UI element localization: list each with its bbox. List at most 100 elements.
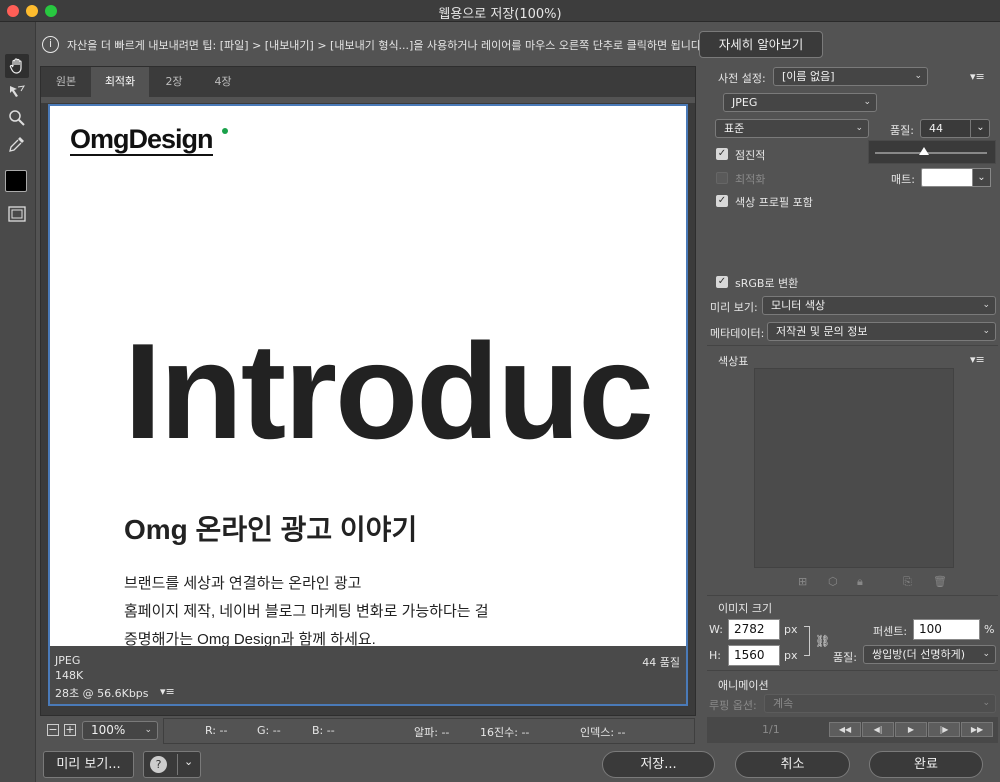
- trash-icon[interactable]: 🗑︎: [933, 575, 947, 588]
- learn-more-button[interactable]: 자세히 알아보기: [699, 31, 823, 58]
- optimized-checkbox[interactable]: [716, 172, 728, 184]
- convert-srgb-label: sRGB로 변환: [735, 277, 799, 290]
- lock-color-icon[interactable]: 🔒︎: [857, 575, 863, 589]
- title-bar: 웹용으로 저장(100%): [0, 0, 1000, 22]
- chevron-down-icon: ⌄: [184, 755, 194, 768]
- optimized-label: 최적화: [735, 173, 766, 186]
- hand-tool-icon[interactable]: [5, 54, 29, 78]
- window-title: 웹용으로 저장(100%): [438, 7, 562, 22]
- height-input[interactable]: 1560: [728, 645, 780, 666]
- resample-quality-value: 쌍입방(더 선명하게): [872, 648, 966, 661]
- embed-color-profile-checkbox[interactable]: ✓: [716, 195, 728, 207]
- last-frame-button[interactable]: ▶▶: [961, 722, 993, 737]
- tip-text: 자산을 더 빠르게 내보내려면 팁: [파일] > [내보내기] > [내보내기…: [67, 39, 705, 52]
- readout-hex: 16진수: --: [480, 726, 530, 739]
- metadata-value: 저작권 및 문의 정보: [776, 325, 868, 338]
- percent-input[interactable]: 100: [913, 619, 980, 640]
- progressive-checkbox[interactable]: ✓: [716, 148, 728, 160]
- chevron-down-icon: ⌄: [144, 725, 152, 735]
- width-input[interactable]: 2782: [728, 619, 780, 640]
- browser-select-button[interactable]: ? ⌄: [143, 751, 201, 778]
- save-button[interactable]: 저장...: [602, 751, 715, 778]
- preset-value: [이름 없음]: [782, 70, 835, 83]
- next-frame-button[interactable]: |▶: [928, 722, 960, 737]
- preview-in-browser-button[interactable]: 미리 보기...: [43, 751, 134, 778]
- zoom-out-button[interactable]: −: [47, 724, 59, 736]
- quality-slider-thumb[interactable]: [919, 147, 929, 155]
- new-color-icon[interactable]: ⎘: [903, 575, 912, 589]
- loop-options-value: 계속: [773, 697, 794, 710]
- color-table-menu-icon[interactable]: ▾≡: [970, 353, 985, 366]
- zoom-in-button[interactable]: +: [64, 724, 76, 736]
- chevron-down-icon: ⌄: [855, 123, 863, 133]
- chevron-down-icon: ⌄: [982, 300, 990, 310]
- compression-quality-select[interactable]: 표준 ⌄: [715, 119, 869, 138]
- readout-alpha: 알파: --: [414, 726, 450, 739]
- chevron-down-icon: ⌄: [982, 326, 990, 336]
- convert-srgb-checkbox[interactable]: ✓: [716, 276, 728, 288]
- height-unit: px: [784, 649, 798, 662]
- height-label: H:: [709, 649, 721, 662]
- info-filesize: 148K: [55, 669, 84, 682]
- preset-select[interactable]: [이름 없음] ⌄: [773, 67, 928, 86]
- chevron-down-icon: ⌄: [982, 649, 990, 659]
- toggle-slices-icon[interactable]: [5, 202, 29, 226]
- color-table-grid[interactable]: [754, 368, 954, 568]
- frame-counter: 1/1: [762, 723, 780, 736]
- chevron-down-icon: ⌄: [863, 97, 871, 107]
- chevron-down-icon[interactable]: ⌄: [972, 168, 991, 187]
- chevron-down-icon: ⌄: [982, 698, 990, 708]
- file-format-value: JPEG: [732, 96, 758, 109]
- quality-label: 품질:: [890, 124, 914, 137]
- percent-label: 퍼센트:: [873, 625, 908, 638]
- zoom-tool-icon[interactable]: [5, 106, 29, 130]
- quality-value: 44: [929, 122, 943, 135]
- web-shift-icon[interactable]: ⊞: [798, 575, 807, 588]
- preview-label: 미리 보기:: [710, 301, 758, 314]
- tab-optimized[interactable]: 최적화: [91, 67, 149, 97]
- loop-options-select[interactable]: 계속 ⌄: [764, 694, 996, 713]
- preview-color-select[interactable]: 모니터 색상 ⌄: [762, 296, 996, 315]
- readout-index: 인덱스: --: [580, 726, 626, 739]
- first-frame-button[interactable]: ◀◀: [829, 722, 861, 737]
- animation-label: 애니메이션: [718, 679, 769, 692]
- preview-color-value: 모니터 색상: [771, 299, 826, 312]
- optimized-preview[interactable]: OmgDesign Introduc Omg 온라인 광고 이야기 브랜드를 세…: [48, 104, 688, 706]
- percent-unit: %: [984, 623, 995, 636]
- readout-g: G: --: [257, 724, 281, 737]
- chevron-down-icon: ⌄: [914, 71, 922, 81]
- readout-r: R: --: [205, 724, 228, 737]
- tab-original[interactable]: 원본: [41, 67, 91, 97]
- tool-bar: [0, 22, 36, 782]
- body-line-1: 브랜드를 세상과 연결하는 온라인 광고: [124, 575, 362, 592]
- omgdesign-logo: OmgDesign: [70, 124, 214, 156]
- image-size-label: 이미지 크기: [718, 602, 773, 615]
- tab-4up[interactable]: 4장: [199, 67, 247, 97]
- cube-icon[interactable]: ⬡: [828, 575, 838, 588]
- quality-slider-popup: [868, 140, 996, 164]
- eyedropper-color-swatch[interactable]: [5, 170, 27, 192]
- resample-quality-select[interactable]: 쌍입방(더 선명하게) ⌄: [863, 645, 996, 664]
- previous-frame-button[interactable]: ◀|: [862, 722, 894, 737]
- metadata-select[interactable]: 저작권 및 문의 정보 ⌄: [767, 322, 996, 341]
- chevron-down-icon[interactable]: ⌄: [970, 119, 990, 138]
- download-speed-menu-icon[interactable]: ▾≡: [160, 685, 175, 698]
- zoom-level-select[interactable]: 100% ⌄: [82, 721, 158, 740]
- play-button[interactable]: ▶: [895, 722, 927, 737]
- hero-title: Introduc: [124, 316, 654, 466]
- file-format-select[interactable]: JPEG ⌄: [723, 93, 877, 112]
- embed-color-profile-label: 색상 프로필 포함: [735, 196, 813, 209]
- width-unit: px: [784, 623, 798, 636]
- tab-2up[interactable]: 2장: [149, 67, 199, 97]
- resample-quality-label: 품질:: [833, 651, 857, 664]
- eyedropper-tool-icon[interactable]: [5, 132, 29, 156]
- progressive-label: 점진적: [735, 149, 766, 162]
- cancel-button[interactable]: 취소: [735, 751, 850, 778]
- compression-value: 표준: [724, 122, 745, 135]
- optimize-menu-icon[interactable]: ▾≡: [970, 70, 985, 83]
- done-button[interactable]: 완료: [869, 751, 983, 778]
- section-heading: Omg 온라인 광고 이야기: [124, 514, 418, 545]
- slice-select-tool-icon[interactable]: [5, 80, 29, 104]
- link-constrain-icon[interactable]: ⛓︎: [815, 634, 830, 648]
- color-table-label: 색상표: [718, 355, 749, 368]
